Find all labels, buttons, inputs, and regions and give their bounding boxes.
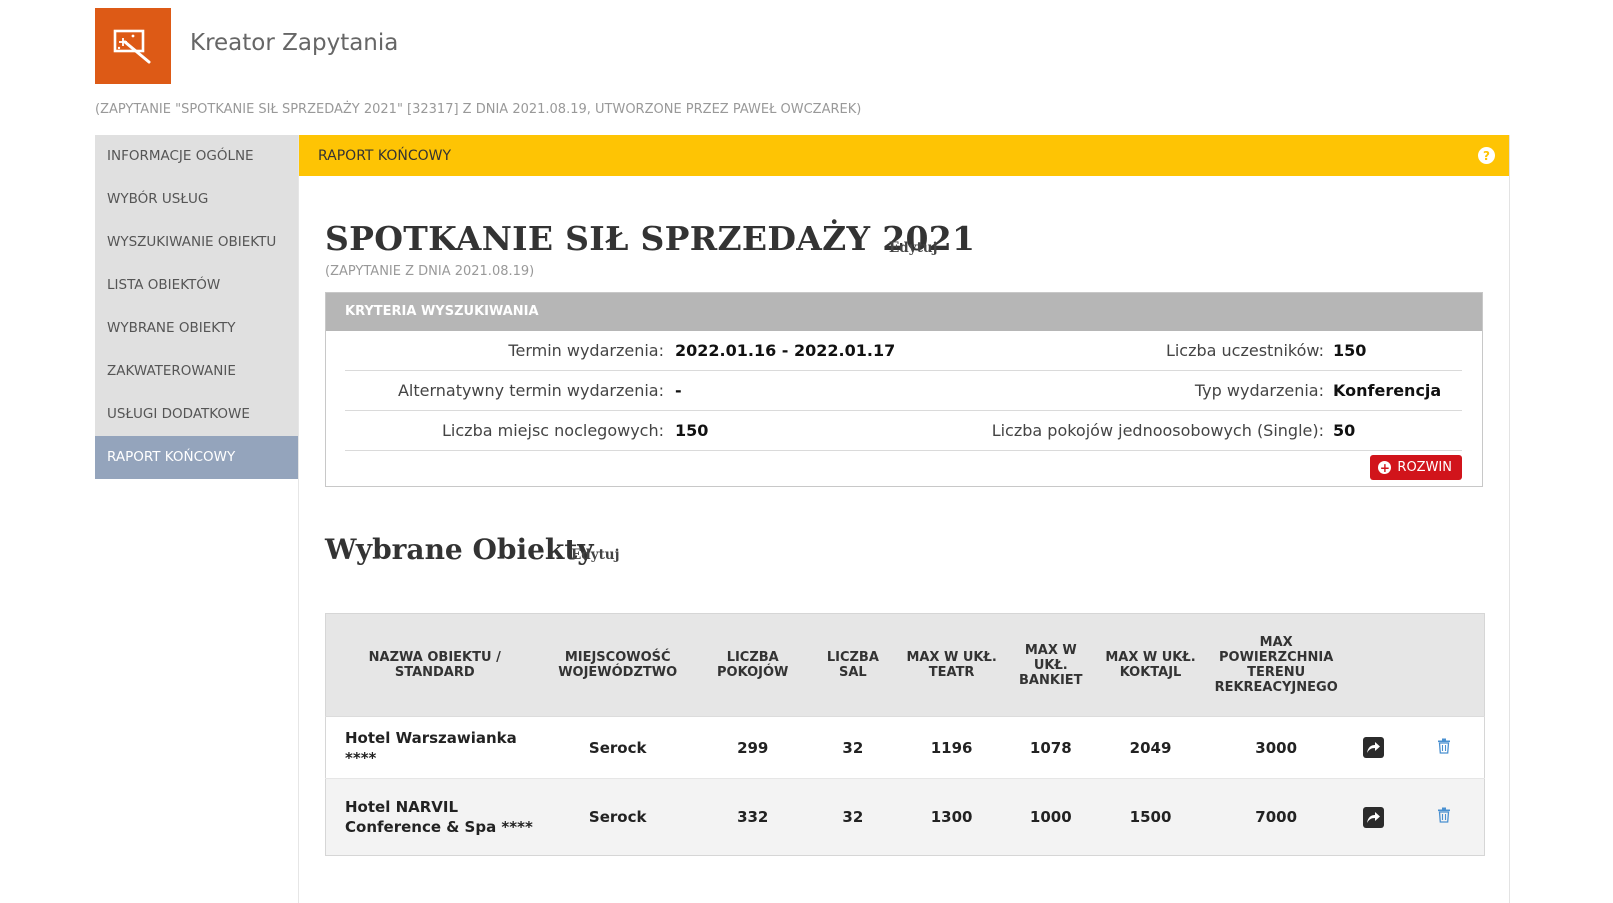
venue-halls: 32 — [813, 778, 893, 856]
venue-cocktail: 2049 — [1090, 716, 1211, 779]
criteria-value: 2022.01.16 - 2022.01.17 — [675, 341, 896, 360]
delete-cell — [1404, 716, 1485, 779]
column-header: MAX POWIERZCHNIA TERENU REKREACYJNEGO — [1210, 613, 1342, 717]
criteria-value: Konferencja — [1333, 381, 1442, 400]
column-header-actions — [1404, 613, 1485, 717]
venue-city: Serock — [543, 716, 692, 779]
selected-venues-table: NAZWA OBIEKTU / STANDARD MIEJSCOWOŚĆ WOJ… — [325, 613, 1485, 856]
wand-screen-icon — [113, 29, 151, 64]
app-logo — [95, 8, 171, 84]
criteria-value: 150 — [675, 421, 709, 440]
venue-rooms: 299 — [691, 716, 814, 779]
column-header: MAX W UKŁ. TEATR — [892, 613, 1012, 717]
criteria-label: Typ wydarzenia: — [1194, 381, 1324, 400]
event-title: SPOTKANIE SIŁ SPRZEDAŻY 2021 — [325, 219, 976, 258]
column-header: NAZWA OBIEKTU / STANDARD — [325, 613, 544, 717]
criteria-value: 150 — [1333, 341, 1367, 360]
criteria-label: Liczba miejsc noclegowych: — [442, 421, 664, 440]
share-icon[interactable] — [1362, 737, 1384, 758]
venue-theatre: 1196 — [892, 716, 1012, 779]
criteria-label: Liczba pokojów jednoosobowych (Single): — [991, 421, 1324, 440]
criteria-row: Liczba miejsc noclegowych: 150 Liczba po… — [345, 411, 1462, 451]
section-header: RAPORT KOŃCOWY ? — [299, 135, 1509, 176]
venue-banquet: 1078 — [1011, 716, 1091, 779]
trash-icon[interactable] — [1437, 807, 1451, 827]
venue-banquet: 1000 — [1011, 778, 1091, 856]
column-header: MAX W UKŁ. KOKTAJL — [1090, 613, 1211, 717]
venue-name: Hotel NARVIL Conference & Spa **** — [325, 778, 544, 856]
sidebar-item-venue-list[interactable]: LISTA OBIEKTÓW — [95, 264, 298, 307]
venue-city: Serock — [543, 778, 692, 856]
criteria-header: KRYTERIA WYSZUKIWANIA — [326, 293, 1482, 331]
criteria-value: - — [675, 381, 682, 400]
table-header-row: NAZWA OBIEKTU / STANDARD MIEJSCOWOŚĆ WOJ… — [325, 613, 1485, 717]
venue-area: 3000 — [1210, 716, 1342, 779]
expand-button[interactable]: + ROZWIN — [1370, 455, 1462, 480]
share-icon[interactable] — [1362, 806, 1384, 828]
sidebar-item-services[interactable]: WYBÓR USŁUG — [95, 178, 298, 221]
criteria-label: Liczba uczestników: — [1165, 341, 1324, 360]
sidebar-item-general-info[interactable]: INFORMACJE OGÓLNE — [95, 135, 298, 178]
edit-venues-link[interactable]: Edytuj — [571, 547, 620, 563]
criteria-label: Alternatywny termin wydarzenia: — [397, 381, 664, 400]
plus-circle-icon: + — [1378, 460, 1392, 475]
section-title: RAPORT KOŃCOWY — [318, 147, 452, 164]
share-cell — [1341, 778, 1405, 856]
criteria-value: 50 — [1333, 421, 1356, 440]
table-row: Hotel Warszawianka **** Serock 299 32 11… — [325, 716, 1485, 779]
criteria-row: Termin wydarzenia: 2022.01.16 - 2022.01.… — [345, 331, 1462, 371]
venue-name: Hotel Warszawianka **** — [325, 716, 544, 779]
table-row: Hotel NARVIL Conference & Spa **** Seroc… — [325, 778, 1485, 856]
venue-halls: 32 — [813, 716, 893, 779]
criteria-row: Alternatywny termin wydarzenia: - Typ wy… — [345, 371, 1462, 411]
edit-event-link[interactable]: Edytuj — [889, 240, 938, 256]
search-criteria-panel: KRYTERIA WYSZUKIWANIA Termin wydarzenia:… — [325, 292, 1483, 487]
venue-theatre: 1300 — [892, 778, 1012, 856]
help-icon[interactable]: ? — [1478, 147, 1495, 164]
sidebar-item-accommodation[interactable]: ZAKWATEROWANIE — [95, 350, 298, 393]
event-subtitle: (ZAPYTANIE Z DNIA 2021.08.19) — [325, 264, 535, 279]
criteria-label: Termin wydarzenia: — [508, 341, 664, 360]
app-title: Kreator Zapytania — [190, 30, 399, 56]
column-header: LICZBA SAL — [813, 613, 893, 717]
column-header: MIEJSCOWOŚĆ WOJEWÓDZTWO — [543, 613, 692, 717]
column-header: MAX W UKŁ. BANKIET — [1011, 613, 1091, 717]
column-header: LICZBA POKOJÓW — [691, 613, 814, 717]
venue-cocktail: 1500 — [1090, 778, 1211, 856]
sidebar-item-venue-search[interactable]: WYSZUKIWANIE OBIEKTU — [95, 221, 298, 264]
column-header-actions — [1341, 613, 1405, 717]
request-info: (ZAPYTANIE "SPOTKANIE SIŁ SPRZEDAŻY 2021… — [95, 102, 862, 117]
venue-rooms: 332 — [691, 778, 814, 856]
expand-label: ROZWIN — [1397, 460, 1452, 475]
venue-area: 7000 — [1210, 778, 1342, 856]
sidebar-item-additional-services[interactable]: USŁUGI DODATKOWE — [95, 393, 298, 436]
sidebar-nav: INFORMACJE OGÓLNE WYBÓR USŁUG WYSZUKIWAN… — [95, 135, 298, 479]
trash-icon[interactable] — [1437, 738, 1451, 758]
share-cell — [1341, 716, 1405, 779]
selected-venues-title: Wybrane Obiekty — [325, 533, 594, 566]
sidebar-item-selected-venues[interactable]: WYBRANE OBIEKTY — [95, 307, 298, 350]
sidebar-item-final-report[interactable]: RAPORT KOŃCOWY — [95, 436, 298, 479]
main-panel: RAPORT KOŃCOWY ? SPOTKANIE SIŁ SPRZEDAŻY… — [298, 135, 1510, 903]
delete-cell — [1404, 778, 1485, 856]
